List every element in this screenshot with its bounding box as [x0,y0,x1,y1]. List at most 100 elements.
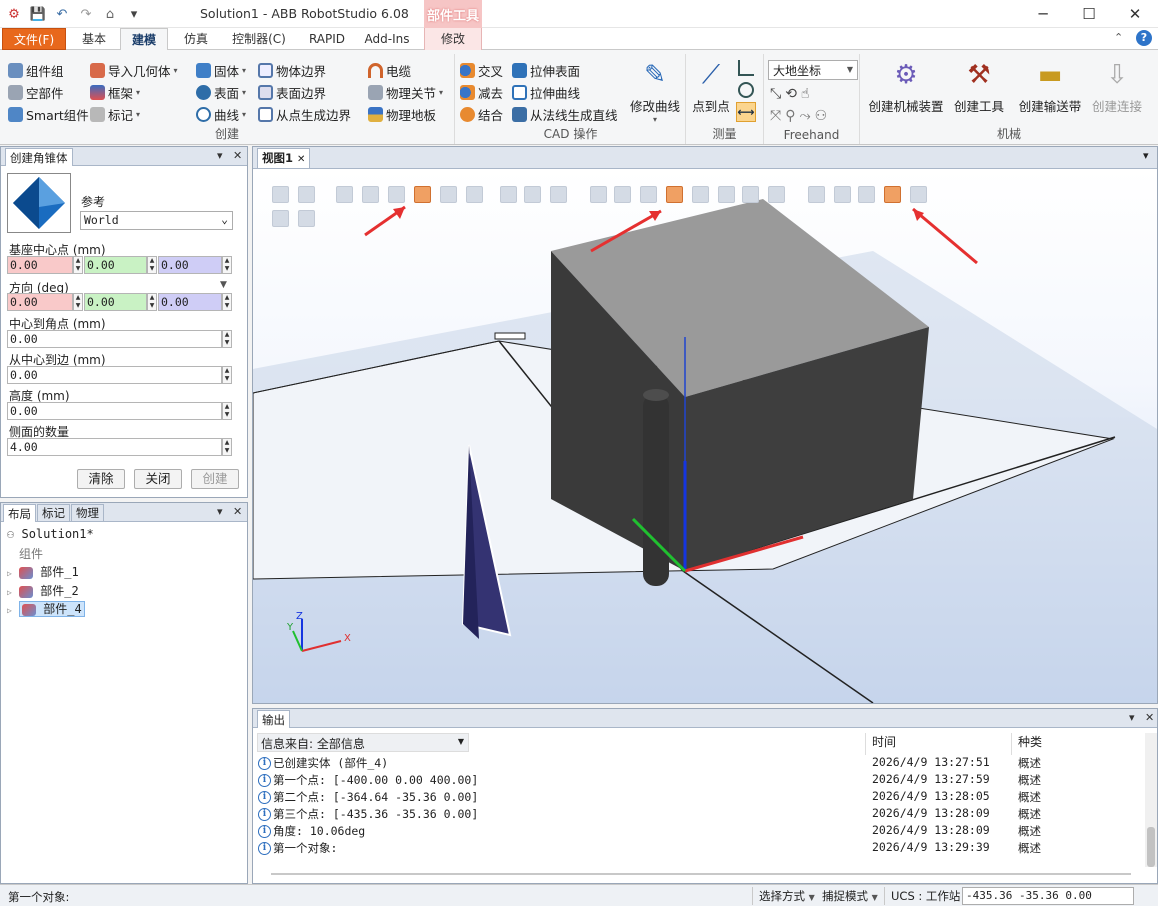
panel-close-icon[interactable]: ✕ [1145,711,1154,724]
union-button[interactable]: 结合 [460,104,503,124]
output-row[interactable]: i 第三个点: [-435.36 -35.36 0.00] 2026/4/9 13:… [258,806,1138,823]
pin-dropdown-icon[interactable]: ▾ [217,149,223,162]
select-part-icon[interactable] [414,186,431,203]
center-to-edge-input[interactable]: 0.00 [7,366,222,384]
snap-grid-icon[interactable] [768,186,785,203]
minimize-button[interactable]: ─ [1020,0,1066,28]
snap-edge-icon[interactable] [692,186,709,203]
pin-dropdown-icon[interactable]: ▾ [1129,711,1135,724]
scrollbar-thumb[interactable] [1147,827,1155,867]
time-column-header[interactable]: 时间 [865,733,896,755]
expand-icon[interactable]: ▷ [7,569,12,578]
pin-dropdown-icon[interactable]: ▾ [217,505,223,518]
physics-joint-button[interactable]: 物理关节 ▾ [368,82,443,102]
tab-modeling[interactable]: 建模 [120,28,168,51]
create-mechanism-button[interactable]: ⚙ 创建机械装置 [864,58,948,115]
snap-local-icon[interactable] [742,186,759,203]
cable-button[interactable]: 电缆 [368,60,411,80]
freehand-move-icons[interactable]: ⤡⟲☝ [770,86,813,102]
spinner[interactable]: ▲ ▼ [147,256,157,274]
snap-object-icon[interactable] [590,186,607,203]
undo-icon[interactable]: ↶ [52,4,72,24]
output-filter-select[interactable]: 信息来自: 全部信息 ▼ [257,733,469,752]
simulation-stop-icon[interactable] [298,210,315,227]
spinner[interactable]: ▲ ▼ [222,366,232,384]
create-button[interactable]: 创建 [191,469,239,489]
sides-input[interactable]: 4.00 [7,438,222,456]
curve-button[interactable]: 曲线 ▾ [196,104,246,124]
tab-controller[interactable]: 控制器(C) [226,28,292,50]
body-border-button[interactable]: 物体边界 [258,60,326,80]
view-tool-icon[interactable] [272,186,289,203]
spinner[interactable]: ▲ ▼ [222,256,232,274]
coordinate-input[interactable]: -435.36 -35.36 0.00 [962,887,1134,905]
clear-button[interactable]: 清除 [77,469,125,489]
tag-button[interactable]: 标记 ▾ [90,104,140,124]
base-center-y[interactable]: 0.00 [84,256,147,274]
empty-part-button[interactable]: 空部件 [8,82,64,102]
select-surface-icon[interactable] [362,186,379,203]
select-target-icon[interactable] [500,186,517,203]
base-center-x[interactable]: 0.00 [7,256,73,274]
direction-x[interactable]: 0.00 [7,293,73,311]
spinner[interactable]: ▲ ▼ [73,256,83,274]
expand-icon[interactable]: ▼ [220,280,227,290]
tab-simulation[interactable]: 仿真 [174,28,218,50]
3d-view[interactable]: Z Y X [253,169,1157,703]
select-curve-icon[interactable] [336,186,353,203]
output-row[interactable]: i 第二个点: [-364.64 -35.36 0.00] 2026/4/9 13:… [258,789,1138,806]
center-to-corner-input[interactable]: 0.00 [7,330,222,348]
spinner[interactable]: ▲ ▼ [222,438,232,456]
tab-basic[interactable]: 基本 [74,28,114,50]
measure-save-icon[interactable] [910,186,927,203]
tab-file[interactable]: 文件(F) [2,28,66,50]
select-body-icon[interactable] [388,186,405,203]
redo-icon[interactable]: ↷ [76,4,96,24]
tab-tags[interactable]: 标记 [37,503,70,522]
select-path-icon[interactable] [550,186,567,203]
simulation-play-icon[interactable] [272,210,289,227]
kind-column-header[interactable]: 种类 [1011,733,1042,755]
measure-diameter-icon[interactable] [858,186,875,203]
tab-addins[interactable]: Add-Ins [360,28,414,50]
ucs-indicator[interactable]: UCS : 工作站 [884,887,966,905]
tab-rapid[interactable]: RAPID [302,28,352,50]
smart-component-button[interactable]: Smart组件 [8,104,89,124]
tab-layout[interactable]: 布局 [3,503,36,522]
surface-border-button[interactable]: 表面边界 [258,82,326,102]
modify-curve-button[interactable]: ✎ 修改曲线 ▾ [628,58,682,124]
select-mode-dropdown[interactable]: 选择方式 ▼ [752,887,821,905]
component-group-button[interactable]: 组件组 [8,60,64,80]
measure-point-icon[interactable] [808,186,825,203]
physics-floor-button[interactable]: 物理地板 [368,104,436,124]
save-icon[interactable]: 💾 [28,4,48,24]
extrude-surface-button[interactable]: 拉伸表面 [512,60,580,80]
create-connection-button[interactable]: ⇩ 创建连接 [1086,58,1148,115]
output-row[interactable]: i 已创建实体 (部件_4) 2026/4/9 13:27:51 概述 [258,755,1138,772]
expand-icon[interactable]: ▷ [7,588,12,597]
border-from-points-button[interactable]: 从点生成边界 [258,104,351,124]
direction-z[interactable]: 0.00 [158,293,222,311]
freehand-joint-icons[interactable]: ⤧⚲⤳⚇ [770,108,831,124]
maximize-button[interactable]: ☐ [1066,0,1112,28]
extrude-curve-button[interactable]: 拉伸曲线 [512,82,580,102]
snap-mode-dropdown[interactable]: 捕捉模式 ▼ [816,887,884,905]
diameter-measure-icon[interactable] [738,82,754,98]
output-row[interactable]: i 第一个对象: 2026/4/9 13:29:39 概述 [258,840,1138,857]
output-row[interactable]: i 第一个点: [-400.00 0.00 400.00] 2026/4/9 13:… [258,772,1138,789]
line-from-normal-button[interactable]: 从法线生成直线 [512,104,618,124]
snap-gravity-icon[interactable] [718,186,735,203]
horizontal-scrollbar[interactable] [271,873,1131,875]
tab-output[interactable]: 输出 [257,709,290,728]
surface-button[interactable]: 表面 ▾ [196,82,246,102]
tree-item-part1[interactable]: ▷ 部件_1 [7,563,79,580]
tag-icon[interactable]: ⌂ [100,4,120,24]
tree-item-part2[interactable]: ▷ 部件_2 [7,582,79,599]
subtract-button[interactable]: 减去 [460,82,503,102]
import-geometry-button[interactable]: 导入几何体 ▾ [90,60,178,80]
panel-close-icon[interactable]: ✕ [233,505,242,518]
view-tool-icon[interactable] [298,186,315,203]
snap-end-icon[interactable] [666,186,683,203]
output-row[interactable]: i 角度: 10.06deg 2026/4/9 13:28:09 概述 [258,823,1138,840]
select-group-icon[interactable] [466,186,483,203]
